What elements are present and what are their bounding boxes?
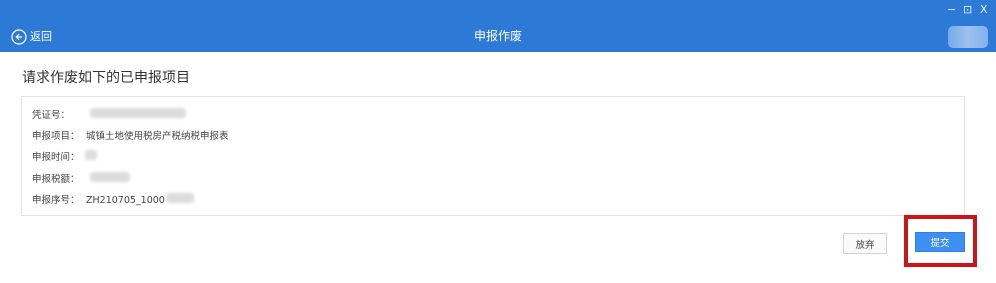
field-value: 城镇土地使用税房产税纳税申报表 [86, 131, 229, 142]
minimize-icon[interactable]: − [947, 3, 956, 17]
field-label: 申报项目： [32, 131, 80, 142]
redacted-value [90, 171, 130, 182]
highlight-box [904, 215, 977, 267]
field-label: 凭证号： [32, 110, 71, 121]
field-label: 申报序号： [32, 195, 80, 206]
field-row-amount: 申报税额： [32, 171, 130, 185]
redacted-value [90, 107, 186, 118]
field-row-item: 申报项目： 城镇土地使用税房产税纳税申报表 [32, 128, 229, 142]
title-bar: 返回 申报作废 − ⊡ X [0, 0, 996, 52]
close-icon[interactable]: X [980, 3, 988, 17]
field-row-voucher: 凭证号： [32, 107, 186, 121]
field-value [86, 107, 186, 121]
field-row-time: 申报时间： [32, 149, 97, 163]
field-label: 申报税额： [32, 174, 80, 185]
field-row-serial: 申报序号： ZH210705_1000 [32, 192, 194, 206]
user-avatar[interactable] [948, 26, 988, 48]
restore-icon[interactable]: ⊡ [963, 3, 972, 17]
window-title: 申报作废 [473, 29, 522, 43]
field-value [85, 149, 97, 163]
page-heading: 请求作废如下的已申报项目 [22, 70, 190, 86]
abandon-button[interactable]: 放弃 [843, 233, 887, 254]
field-value [86, 171, 130, 185]
field-label: 申报时间： [32, 152, 80, 163]
field-value: ZH210705_1000 [86, 192, 194, 206]
redacted-value [165, 192, 194, 203]
redacted-value [85, 149, 97, 160]
declaration-info-panel: 凭证号： 申报项目： 城镇土地使用税房产税纳税申报表 申报时间： 申报税额： 申… [21, 96, 965, 216]
